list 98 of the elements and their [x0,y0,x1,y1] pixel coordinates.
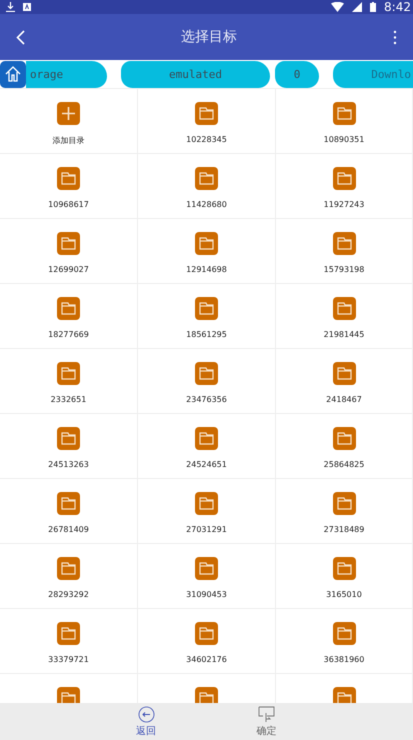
folder-tile[interactable]: 24513263 [0,414,138,479]
folder-label: 27318489 [324,525,364,534]
folder-tile[interactable]: 23476356 [138,349,276,414]
add-icon[interactable] [57,102,80,125]
status-time: 8:42 [384,0,411,14]
folder-label: 18561295 [186,330,227,339]
folder-tile[interactable]: 11428680 [138,154,276,219]
folder-tile[interactable]: 31090453 [138,544,276,609]
folder-tile[interactable]: 25864825 [276,414,413,479]
folder-label: 25864825 [324,460,364,469]
folder-label: 10890351 [324,135,364,144]
folder-icon [57,622,80,645]
folder-icon [195,297,218,320]
folder-label: 18277669 [48,330,89,339]
folder-tile[interactable]: 18277669 [0,284,138,349]
path-chip[interactable]: 0 [275,60,319,88]
folder-tile[interactable]: 3165010 [276,544,413,609]
folder-tile[interactable]: 11927243 [276,154,413,219]
folder-label: 36381960 [324,655,364,664]
folder-icon [332,167,356,190]
folder-label: 11927243 [324,200,364,209]
folder-label: 26781409 [48,525,89,534]
folder-icon [57,557,80,580]
folder-label: 12914698 [186,265,227,274]
folder-label: 15793198 [324,265,364,274]
folder-tile[interactable]: 26781409 [0,479,138,544]
folder-label: 3165010 [326,590,362,599]
more-icon[interactable] [393,30,397,44]
folder-label: 28293292 [48,590,89,599]
battery-icon [370,2,376,12]
folder-tile[interactable]: 15793198 [276,219,413,284]
folder-icon [332,427,356,450]
nav-button[interactable]: 返回 [136,706,156,738]
folder-icon [195,362,218,385]
folder-icon [332,492,356,515]
folder-tile[interactable]: 27031291 [138,479,276,544]
notification-icon [23,3,31,11]
toolbar-title: 选择目标 [181,28,237,46]
folder-icon [57,362,80,385]
folder-tile[interactable]: 2418467 [276,349,413,414]
folder-tile[interactable]: 添加目录 [0,89,138,154]
back-icon[interactable] [16,30,25,44]
folder-icon [195,102,218,125]
folder-icon [195,427,218,450]
signal-icon [352,2,362,12]
screen-icon [258,706,275,723]
folder-tile[interactable]: 2332651 [0,349,138,414]
folder-icon [57,427,80,450]
folder-label: 27031291 [186,525,227,534]
nav-button[interactable]: 确定 [256,706,276,738]
folder-tile[interactable]: 27318489 [276,479,413,544]
folder-label: 34602176 [186,655,227,664]
folder-label: 11428680 [186,200,227,209]
folder-tile[interactable]: 12914698 [138,219,276,284]
folder-icon [332,232,356,255]
folder-icon [332,557,356,580]
path-chip[interactable]: orage [26,60,107,88]
folder-label: 24524651 [186,460,227,469]
folder-icon [57,297,80,320]
folder-icon [57,492,80,515]
folder-tile[interactable]: 24524651 [138,414,276,479]
folder-label: 24513263 [48,460,89,469]
folder-icon [195,492,218,515]
home-icon [5,66,21,82]
folder-icon [332,102,356,125]
folder-icon [195,167,218,190]
folder-label: 33379721 [48,655,89,664]
download-icon [6,2,15,12]
folder-icon [57,167,80,190]
folder-tile[interactable]: 28293292 [0,544,138,609]
folder-icon [332,622,356,645]
folder-tile[interactable]: 18561295 [138,284,276,349]
folder-label: 21981445 [324,330,364,339]
folder-label: 10968617 [48,200,89,209]
folder-tile[interactable]: 10228345 [138,89,276,154]
folder-tile[interactable]: 10890351 [276,89,413,154]
wifi-icon [331,2,344,12]
folder-tile[interactable]: 10968617 [0,154,138,219]
folder-tile[interactable]: 33379721 [0,609,138,674]
folder-label: 2418467 [326,395,362,404]
folder-label: 添加目录 [52,135,84,146]
folder-label: 10228345 [186,135,227,144]
folder-icon [195,622,218,645]
folder-tile[interactable]: 21981445 [276,284,413,349]
folder-icon [195,232,218,255]
folder-label: 2332651 [50,395,86,404]
folder-label: 31090453 [186,590,227,599]
folder-label: 12699027 [48,265,89,274]
folder-tile[interactable]: 36381960 [276,609,413,674]
folder-icon [57,232,80,255]
folder-icon [332,362,356,385]
path-chip[interactable]: emulated [121,60,270,88]
folder-icon [332,297,356,320]
folder-icon [195,557,218,580]
folder-label: 23476356 [186,395,227,404]
folder-tile[interactable]: 34602176 [138,609,276,674]
home-button[interactable] [0,60,26,88]
folder-tile[interactable]: 12699027 [0,219,138,284]
